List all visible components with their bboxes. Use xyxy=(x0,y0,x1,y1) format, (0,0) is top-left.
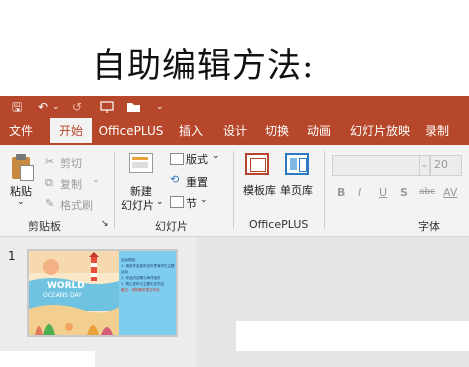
new-slide-button[interactable]: 幻灯片 xyxy=(121,197,154,213)
slide-thumbnail[interactable]: WORLD OCEANS DAY 活动规则： 1. 请将作品发布至世界海洋日主题… xyxy=(27,249,178,337)
workspace: 1 WORLD OCEANS DAY 活动规则： 1. 请将作品发布至世界海洋日… xyxy=(0,237,469,367)
tab-file[interactable]: 文件 xyxy=(4,118,38,145)
shadow-button[interactable]: S xyxy=(400,186,408,199)
copy-icon[interactable]: ⧉ xyxy=(45,176,53,190)
separator xyxy=(324,151,325,229)
slide-number: 1 xyxy=(8,249,16,263)
clipboard-launcher-icon[interactable]: ↘ xyxy=(101,219,109,229)
customize-qat-icon[interactable]: ⌄ xyxy=(156,98,164,116)
present-from-start-icon[interactable] xyxy=(100,100,114,114)
quick-access-toolbar: 🖫 ↶ ⌄ ↺ ⌄ xyxy=(0,96,469,118)
tab-insert[interactable]: 插入 xyxy=(174,118,208,145)
ribbon-tabs: 文件 开始 OfficePLUS 插入 设计 切换 动画 幻灯片放映 录制 xyxy=(0,118,469,145)
character-spacing-button[interactable]: AV xyxy=(443,186,457,199)
undo-dropdown-icon[interactable]: ⌄ xyxy=(52,98,60,116)
copy-button[interactable]: 复制 xyxy=(60,176,82,192)
font-name-box[interactable] xyxy=(332,155,420,176)
reset-button[interactable]: 重置 xyxy=(186,174,208,190)
officeplus-group-label: OfficePLUS xyxy=(249,218,309,231)
slide-thumbnail-pane: 1 WORLD OCEANS DAY 活动规则： 1. 请将作品发布至世界海洋日… xyxy=(0,237,196,367)
cut-button[interactable]: 剪切 xyxy=(60,155,82,171)
tab-slideshow[interactable]: 幻灯片放映 xyxy=(346,118,414,145)
font-name-dropdown-icon[interactable]: ⌄ xyxy=(419,155,430,176)
tab-officeplus[interactable]: OfficePLUS xyxy=(98,118,164,145)
ribbon-home: 粘贴 ⌄ ✂ 剪切 ⧉ 复制 ⌄ ✎ 格式刷 剪贴板 ↘ 新建 幻灯片 ⌄ 版式… xyxy=(0,145,469,237)
thumbnail-title: WORLD xyxy=(47,281,85,291)
undo-icon[interactable]: ↶ xyxy=(38,98,48,116)
notes-line: 备注：请按要求提交作品 xyxy=(121,288,160,292)
section-icon[interactable] xyxy=(170,196,184,208)
tab-animations[interactable]: 动画 xyxy=(302,118,336,145)
underline-button[interactable]: U xyxy=(379,186,387,199)
copy-dropdown-icon[interactable]: ⌄ xyxy=(92,175,100,185)
single-page-library-icon[interactable] xyxy=(285,153,309,175)
slide-canvas[interactable] xyxy=(236,321,469,351)
heading-text: 自助编辑方法: xyxy=(92,46,315,86)
clipboard-group-label: 剪贴板 xyxy=(28,220,61,233)
separator xyxy=(233,151,234,229)
tab-home[interactable]: 开始 xyxy=(50,118,92,145)
open-folder-icon[interactable] xyxy=(126,101,142,113)
format-painter-icon[interactable]: ✎ xyxy=(45,197,54,210)
template-library-button[interactable]: 模板库 xyxy=(243,182,276,198)
powerpoint-window: 🖫 ↶ ⌄ ↺ ⌄ 文件 开始 OfficePLUS 插入 设计 切换 动画 幻… xyxy=(0,96,469,367)
font-size-box[interactable]: 20 xyxy=(430,155,462,176)
layout-dropdown-icon[interactable]: ⌄ xyxy=(212,151,220,161)
single-page-library-button[interactable]: 单页库 xyxy=(280,182,313,198)
thumbnail-subtitle: OCEANS DAY xyxy=(43,292,82,299)
strikethrough-button[interactable]: abc xyxy=(419,187,435,197)
new-slide-dropdown-icon[interactable]: ⌄ xyxy=(156,197,164,207)
italic-button[interactable]: I xyxy=(358,186,361,199)
reset-icon[interactable]: ⟲ xyxy=(170,173,179,186)
layout-button[interactable]: 版式 xyxy=(186,151,208,167)
tab-transitions[interactable]: 切换 xyxy=(260,118,294,145)
paste-dropdown-icon[interactable]: ⌄ xyxy=(17,197,25,207)
section-dropdown-icon[interactable]: ⌄ xyxy=(200,195,208,205)
slide-heading-area: 自助编辑方法: xyxy=(0,0,469,96)
new-slide-icon[interactable] xyxy=(129,151,153,173)
thumbnail-notes: 活动规则： 1. 请将作品发布至世界海洋日主题活动 2. 作品内容需与海洋相关 … xyxy=(121,257,175,293)
slides-group-label: 幻灯片 xyxy=(155,220,188,233)
bold-button[interactable]: B xyxy=(337,186,345,199)
separator xyxy=(114,151,115,229)
notes-area xyxy=(0,351,95,367)
tab-record[interactable]: 录制 xyxy=(420,118,454,145)
format-painter-button[interactable]: 格式刷 xyxy=(60,197,93,213)
template-library-icon[interactable] xyxy=(245,153,269,175)
font-group-label: 字体 xyxy=(418,220,440,233)
redo-icon[interactable]: ↺ xyxy=(72,98,82,116)
notes-line: 1. 请将作品发布至世界海洋日主题活动 xyxy=(121,264,175,274)
font-size-value: 20 xyxy=(434,158,448,171)
save-icon[interactable]: 🖫 xyxy=(12,98,22,116)
tab-design[interactable]: 设计 xyxy=(218,118,252,145)
section-button[interactable]: 节 xyxy=(186,195,197,211)
paste-icon[interactable] xyxy=(10,153,34,181)
cut-icon[interactable]: ✂ xyxy=(45,155,54,168)
layout-icon[interactable] xyxy=(170,153,184,165)
